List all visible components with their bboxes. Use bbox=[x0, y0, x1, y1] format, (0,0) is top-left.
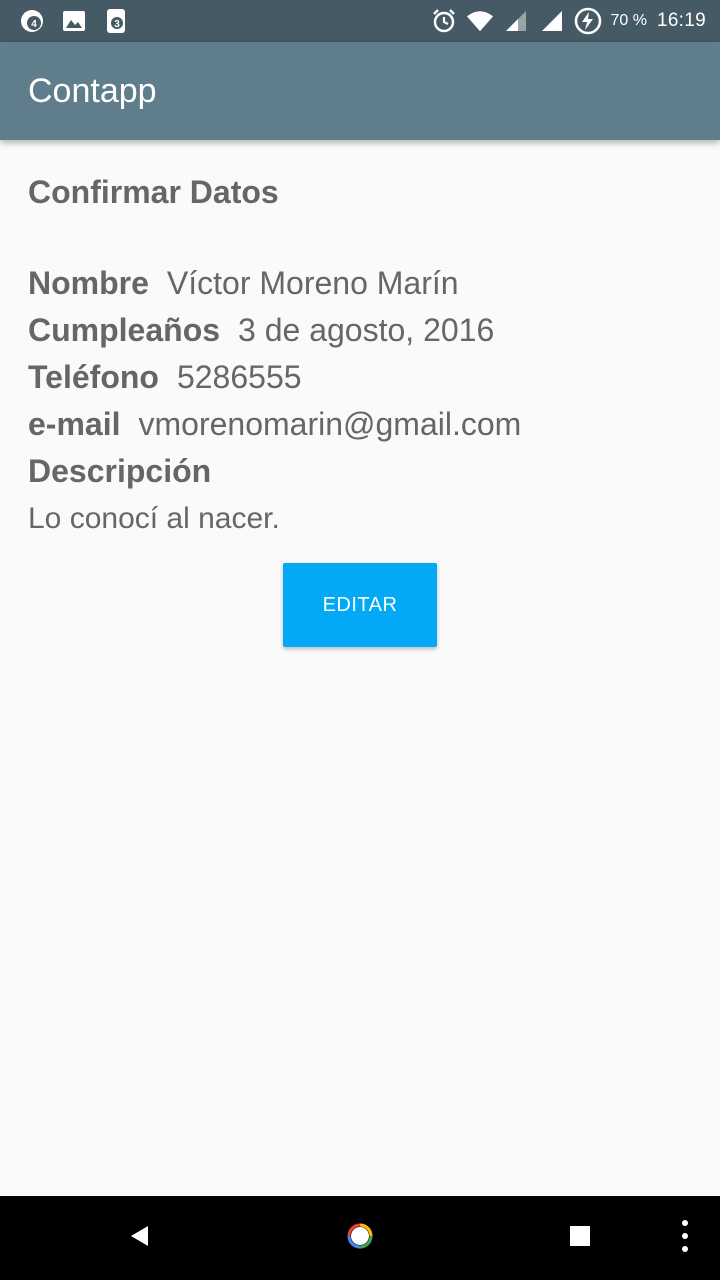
page-title: Confirmar Datos bbox=[28, 174, 279, 210]
signal-icon bbox=[538, 7, 566, 35]
battery-charging-icon bbox=[574, 7, 602, 35]
field-label-description: Descripción bbox=[28, 453, 212, 489]
field-label-birthday: Cumpleaños bbox=[28, 312, 221, 348]
field-description: Descripción bbox=[28, 448, 692, 495]
edit-button[interactable]: EDITAR bbox=[283, 563, 437, 647]
wifi-icon bbox=[466, 7, 494, 35]
field-value-birthday: 3 de agosto, 2016 bbox=[238, 312, 495, 348]
image-icon bbox=[60, 7, 88, 35]
svg-text:3: 3 bbox=[114, 19, 120, 30]
navigation-bar bbox=[0, 1196, 720, 1280]
recents-icon bbox=[569, 1225, 591, 1252]
field-value-email: vmorenomarin@gmail.com bbox=[138, 406, 522, 442]
notification-badge-3-icon: 3 bbox=[102, 7, 130, 35]
alarm-icon bbox=[430, 7, 458, 35]
back-button[interactable] bbox=[100, 1196, 180, 1280]
field-value-phone: 5286555 bbox=[176, 359, 302, 395]
status-bar: 4 3 70 % 16:19 bbox=[0, 0, 720, 42]
clock: 16:19 bbox=[656, 10, 706, 31]
home-button[interactable] bbox=[320, 1196, 400, 1280]
field-value-description: Lo conocí al nacer. bbox=[28, 502, 280, 535]
field-birthday: Cumpleaños 3 de agosto, 2016 bbox=[28, 307, 692, 354]
field-phone: Teléfono 5286555 bbox=[28, 354, 692, 401]
field-label-phone: Teléfono bbox=[28, 359, 159, 395]
status-bar-notifications: 4 3 bbox=[18, 6, 130, 36]
contact-fields: Nombre Víctor Moreno Marín Cumpleaños 3 de… bbox=[28, 260, 692, 542]
back-icon bbox=[128, 1224, 152, 1253]
field-value-name: Víctor Moreno Marín bbox=[166, 265, 459, 301]
app-bar: Contapp bbox=[0, 42, 720, 140]
notification-badge-4-icon: 4 bbox=[18, 7, 46, 35]
confirm-details: Confirmar Datos Nombre Víctor Moreno Marí… bbox=[28, 160, 692, 542]
field-label-name: Nombre bbox=[28, 265, 149, 301]
battery-percentage: 70 % bbox=[610, 12, 647, 29]
svg-text:4: 4 bbox=[31, 19, 37, 30]
home-icon bbox=[346, 1222, 374, 1255]
recents-button[interactable] bbox=[540, 1196, 620, 1280]
more-button[interactable] bbox=[660, 1196, 710, 1280]
field-label-email: e-mail bbox=[28, 406, 121, 442]
more-icon bbox=[681, 1219, 689, 1258]
status-bar-system: 70 % 16:19 bbox=[430, 6, 706, 36]
app-title: Contapp bbox=[28, 72, 157, 110]
field-email: e-mail vmorenomarin@gmail.com bbox=[28, 401, 692, 448]
field-name: Nombre Víctor Moreno Marín bbox=[28, 260, 692, 307]
signal-icon bbox=[502, 7, 530, 35]
